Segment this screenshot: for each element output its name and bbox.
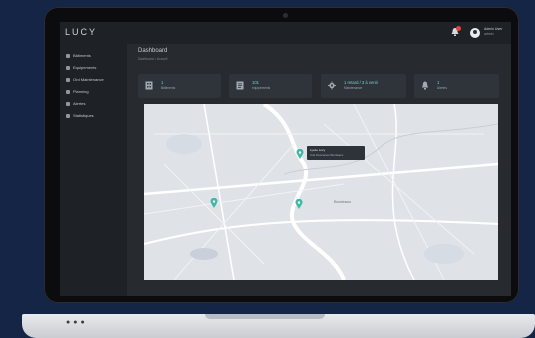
sidebar: Bâtiments Equipements Ord Maintenance Pl… — [60, 44, 127, 296]
map-pin-icon[interactable] — [295, 199, 303, 209]
breadcrumb[interactable]: Dashboard > Accueil — [138, 57, 167, 61]
map-roads — [144, 104, 498, 280]
wrench-icon — [66, 77, 70, 82]
chart-icon — [66, 113, 70, 118]
map-pin-icon[interactable] — [296, 149, 304, 159]
map-pin-icon[interactable] — [210, 198, 218, 208]
page-title: Dashboard — [138, 48, 168, 54]
popup-subtitle: Cité Descartes Bordeaux — [310, 153, 344, 157]
document-icon — [236, 81, 244, 90]
sidebar-item-label: Statistiques — [73, 113, 94, 118]
stat-label: Alertes — [437, 86, 447, 90]
map-city-label: Bordeaux — [334, 199, 352, 204]
top-bar: LUCY Admin User admin — [60, 22, 511, 44]
gear-icon — [328, 81, 336, 90]
indicator-lights: ●●● — [66, 319, 88, 326]
stat-label: Bâtiments — [161, 86, 176, 90]
sidebar-item-label: Bâtiments — [73, 53, 91, 58]
notification-badge — [456, 26, 461, 31]
sidebar-item-batiments[interactable]: Bâtiments — [66, 53, 91, 58]
user-role: admin — [484, 32, 494, 36]
stat-value: 1 retard / 3 à venir — [344, 80, 378, 85]
map-view[interactable]: Bordeaux — [144, 104, 498, 280]
stat-card-equipment[interactable]: 101 équipements — [229, 74, 312, 98]
sidebar-item-label: Ord Maintenance — [73, 77, 104, 82]
sidebar-item-alertes[interactable]: Alertes — [66, 101, 85, 106]
map-popup[interactable]: Lycée Lucy Cité Descartes Bordeaux — [307, 146, 365, 160]
stat-card-buildings[interactable]: 1 Bâtiments — [138, 74, 221, 98]
laptop-notch — [205, 314, 325, 319]
user-icon — [473, 30, 477, 34]
building-icon — [66, 53, 70, 58]
sidebar-item-label: Equipements — [73, 65, 97, 70]
sidebar-item-label: Alertes — [73, 101, 86, 106]
avatar[interactable] — [470, 28, 480, 38]
webcam — [283, 13, 288, 18]
sidebar-item-maintenance[interactable]: Ord Maintenance — [66, 77, 104, 82]
building-icon — [145, 81, 153, 90]
alert-icon — [66, 101, 70, 106]
app-window: LUCY Admin User admin Bâtiments Equipeme… — [60, 22, 511, 296]
stat-value: 1 — [437, 80, 440, 85]
stat-label: équipements — [252, 86, 271, 90]
user-name[interactable]: Admin User — [484, 27, 502, 31]
sidebar-item-label: Planning — [73, 89, 89, 94]
stat-value: 1 — [161, 80, 164, 85]
stat-card-maintenance[interactable]: 1 retard / 3 à venir Maintenance — [321, 74, 406, 98]
popup-title: Lycée Lucy — [310, 148, 326, 152]
bell-icon — [421, 81, 429, 90]
sidebar-item-statistiques[interactable]: Statistiques — [66, 113, 94, 118]
calendar-icon — [66, 89, 70, 94]
stat-card-alerts[interactable]: 1 Alertes — [414, 74, 499, 98]
sidebar-item-equipements[interactable]: Equipements — [66, 65, 96, 70]
app-logo[interactable]: LUCY — [65, 27, 97, 37]
stat-label: Maintenance — [344, 86, 363, 90]
equipment-icon — [66, 65, 70, 70]
sidebar-item-planning[interactable]: Planning — [66, 89, 89, 94]
stat-value: 101 — [252, 80, 259, 85]
